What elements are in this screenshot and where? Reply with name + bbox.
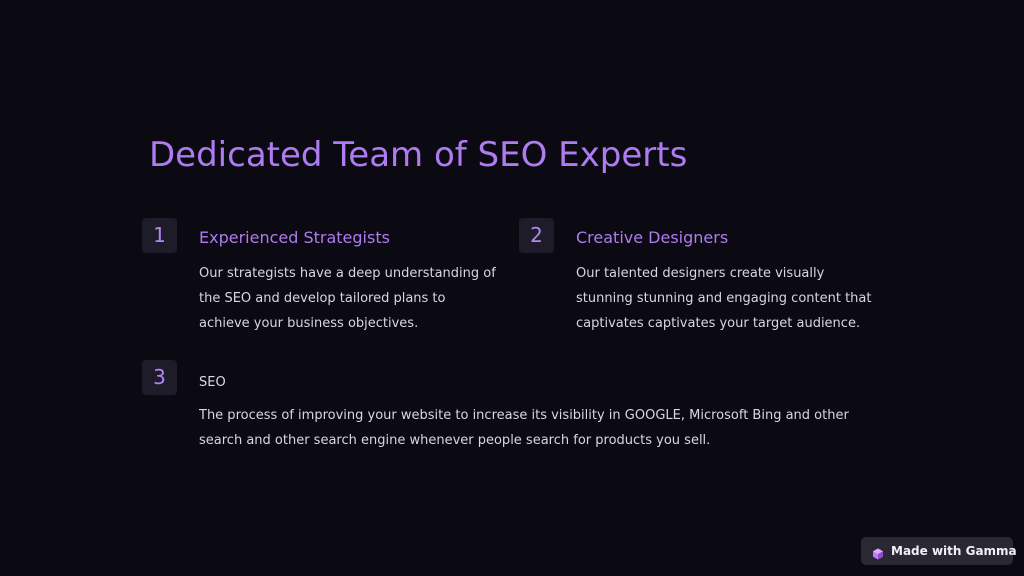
slide: Dedicated Team of SEO Experts 1 Experien… bbox=[0, 0, 1024, 576]
list-item-1: 1 Experienced Strategists Our strategist… bbox=[142, 218, 496, 338]
item-heading: SEO bbox=[199, 375, 226, 390]
item-description: Our talented designers create visually s… bbox=[576, 266, 872, 331]
item-description: Our strategists have a deep understandin… bbox=[199, 266, 496, 331]
list-item-2: 2 Creative Designers Our talented design… bbox=[519, 218, 889, 338]
item-number-badge: 2 bbox=[519, 218, 554, 253]
item-heading: Experienced Strategists bbox=[199, 228, 390, 247]
page-title: Dedicated Team of SEO Experts bbox=[149, 135, 688, 175]
badge-label: Made with Gamma bbox=[891, 544, 1017, 558]
item-heading: Creative Designers bbox=[576, 228, 729, 247]
item-description: The process of improving your website to… bbox=[199, 408, 849, 448]
list-item-3: 3 SEO The process of improving your webs… bbox=[142, 360, 882, 460]
gamma-logo-icon bbox=[872, 545, 884, 560]
item-number-badge: 3 bbox=[142, 360, 177, 395]
item-number-badge: 1 bbox=[142, 218, 177, 253]
made-with-gamma-badge[interactable]: Made with Gamma bbox=[861, 537, 1017, 565]
